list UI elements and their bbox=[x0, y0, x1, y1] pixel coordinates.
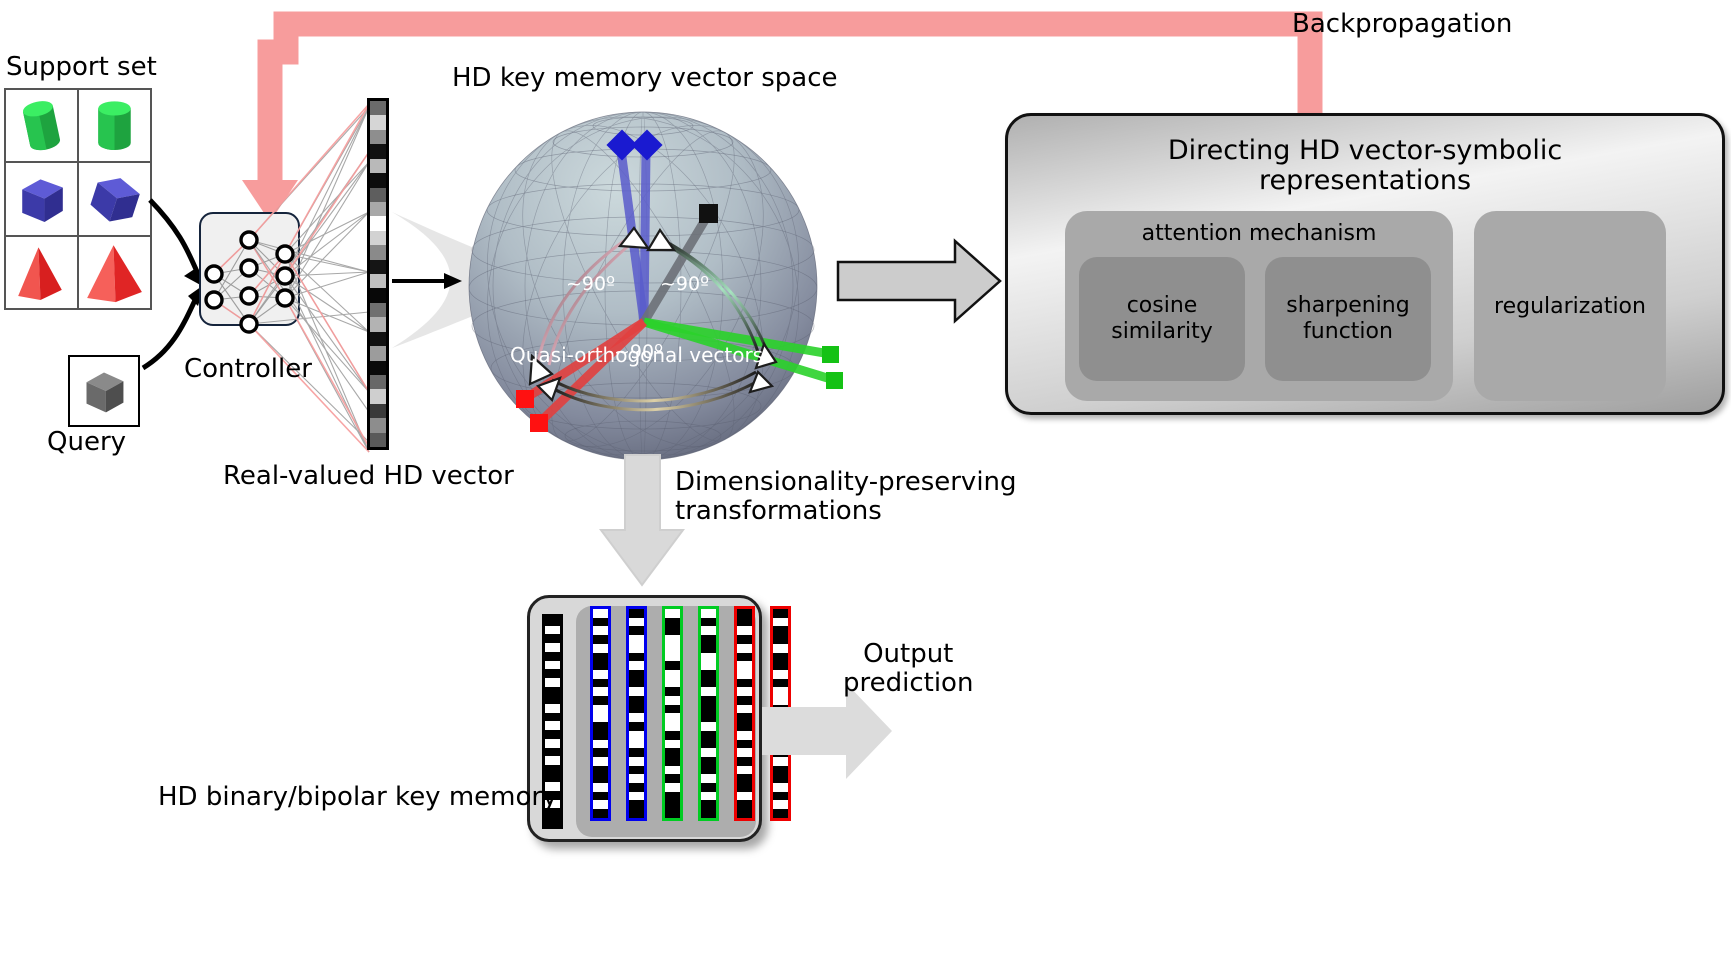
output-prediction-label: Output prediction bbox=[843, 639, 974, 699]
output-line2: prediction bbox=[843, 668, 974, 699]
diagram-canvas: Backpropagation Support set Query Contro… bbox=[0, 0, 1731, 965]
output-prediction-arrow bbox=[762, 683, 892, 779]
output-line1: Output bbox=[863, 639, 954, 669]
